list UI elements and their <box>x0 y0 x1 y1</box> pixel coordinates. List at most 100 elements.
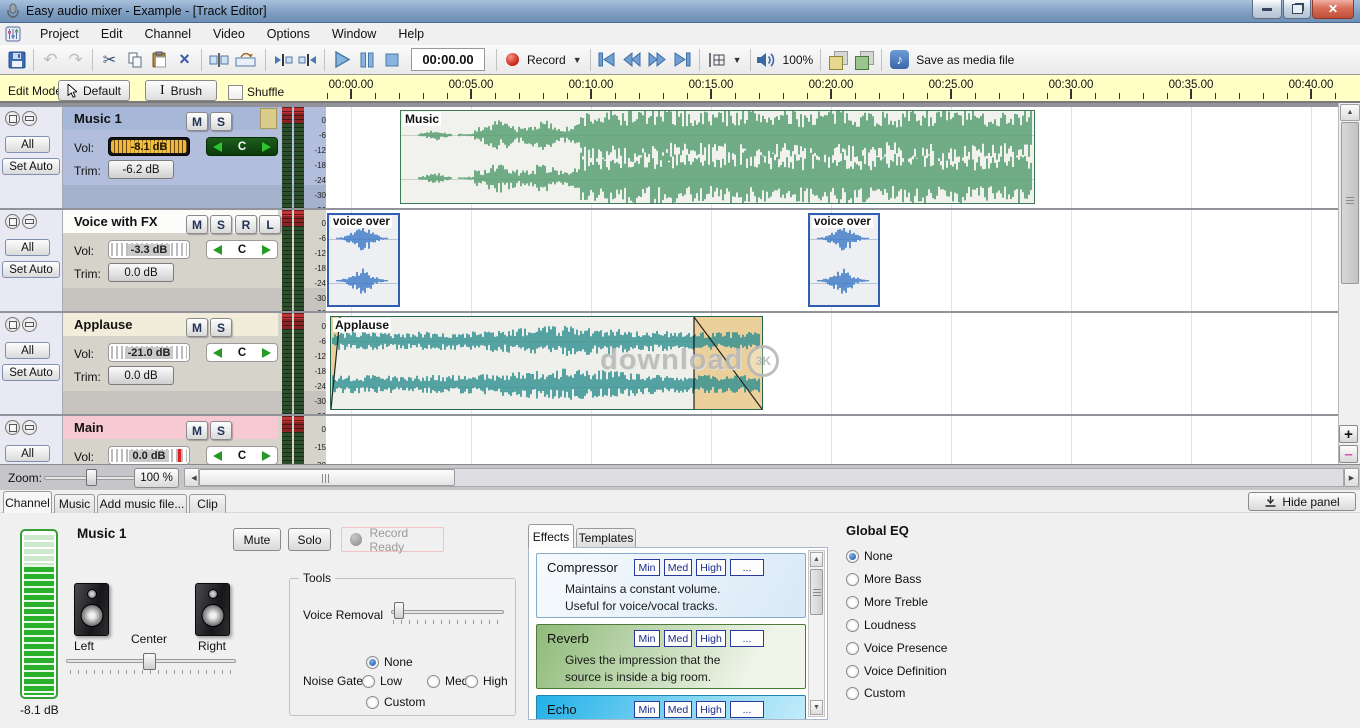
track-set-auto-button[interactable]: Set Auto <box>2 364 60 381</box>
noise-gate-none-radio[interactable]: None <box>366 655 413 669</box>
track-mute-button[interactable]: M <box>186 421 208 440</box>
effects-scroll-thumb[interactable] <box>810 569 823 615</box>
minimize-button[interactable] <box>1252 0 1282 19</box>
go-start-button[interactable] <box>595 47 620 72</box>
effects-scrollbar[interactable]: ▲ ▼ <box>808 550 825 717</box>
track-pan-control[interactable]: C <box>206 343 278 362</box>
tab-effects[interactable]: Effects <box>528 524 574 548</box>
eq-none-radio[interactable]: None <box>846 549 893 563</box>
go-end-button[interactable] <box>670 47 695 72</box>
eq-more-bass-radio[interactable]: More Bass <box>846 572 921 586</box>
voice-removal-slider-track[interactable] <box>391 610 504 614</box>
grid-snap-button[interactable] <box>704 47 729 72</box>
scroll-up-button[interactable]: ▲ <box>810 552 823 567</box>
menu-options[interactable]: Options <box>256 24 321 44</box>
vertical-scroll-thumb[interactable] <box>1341 122 1359 284</box>
effect-min-button[interactable]: Min <box>634 559 660 576</box>
track-collapse-button[interactable] <box>22 420 37 435</box>
track-listen-button[interactable]: L <box>259 215 281 234</box>
track-lane[interactable]: Music <box>326 107 1338 208</box>
eq-voice-definition-radio[interactable]: Voice Definition <box>846 664 947 678</box>
track-height-increase-button[interactable]: + <box>1339 425 1358 443</box>
noise-gate-custom-radio[interactable]: Custom <box>366 695 425 709</box>
track-expand-button[interactable] <box>5 420 20 435</box>
pan-left-icon[interactable] <box>213 142 222 152</box>
copy-button[interactable] <box>122 47 147 72</box>
scroll-up-button[interactable]: ▲ <box>1340 104 1360 121</box>
hide-panel-button[interactable]: Hide panel <box>1248 492 1356 511</box>
menu-project[interactable]: Project <box>29 24 90 44</box>
track-lane[interactable] <box>326 416 1338 464</box>
track-trim-button[interactable]: 0.0 dB <box>108 263 174 282</box>
eq-custom-radio[interactable]: Custom <box>846 686 905 700</box>
scroll-right-button[interactable]: ▶ <box>1344 468 1359 487</box>
track-set-auto-button[interactable]: Set Auto <box>2 261 60 278</box>
cut-button[interactable]: ✂ <box>97 47 122 72</box>
restore-button[interactable] <box>1283 0 1311 19</box>
track-mute-button[interactable]: M <box>186 318 208 337</box>
track-record-button[interactable]: R <box>235 215 257 234</box>
eq-more-treble-radio[interactable]: More Treble <box>846 595 928 609</box>
eq-loudness-radio[interactable]: Loudness <box>846 618 916 632</box>
menu-channel[interactable]: Channel <box>133 24 202 44</box>
pause-button[interactable] <box>354 47 379 72</box>
tab-add-music-file[interactable]: Add music file... <box>97 494 187 513</box>
solo-button[interactable]: Solo <box>288 528 331 551</box>
track-pan-control[interactable]: C <box>206 240 278 259</box>
track-all-button[interactable]: All <box>5 136 50 153</box>
scroll-down-button[interactable]: ▼ <box>810 700 823 715</box>
track-collapse-button[interactable] <box>22 317 37 332</box>
delete-button[interactable]: × <box>172 47 197 72</box>
record-dropdown-icon[interactable]: ▼ <box>573 55 582 65</box>
track-trim-button[interactable]: 0.0 dB <box>108 366 174 385</box>
trim-right-button[interactable] <box>295 47 320 72</box>
track-solo-button[interactable]: S <box>210 215 232 234</box>
clip-music[interactable]: Music <box>400 110 1035 204</box>
trim-left-button[interactable] <box>270 47 295 72</box>
menu-video[interactable]: Video <box>202 24 256 44</box>
track-collapse-button[interactable] <box>22 111 37 126</box>
track-expand-button[interactable] <box>5 317 20 332</box>
pan-right-icon[interactable] <box>262 245 271 255</box>
effect-more-button[interactable]: ... <box>730 559 764 576</box>
track-volume-slider[interactable]: 0.0 dB <box>108 446 190 464</box>
copy-channel-button[interactable] <box>828 50 848 70</box>
zoom-value-button[interactable]: 100 % <box>134 468 179 488</box>
record-ready-toggle[interactable]: Record Ready <box>341 527 444 552</box>
track-set-auto-button[interactable]: Set Auto <box>2 158 60 175</box>
effect-echo[interactable]: Echo Min Med High ... <box>536 695 806 720</box>
track-title-bar[interactable]: Applause <box>62 313 278 336</box>
noise-gate-low-radio[interactable]: Low <box>362 674 402 688</box>
pan-left-icon[interactable] <box>213 451 222 461</box>
pan-right-icon[interactable] <box>262 348 271 358</box>
track-collapse-button[interactable] <box>22 214 37 229</box>
effect-min-button[interactable]: Min <box>634 701 660 718</box>
pan-right-icon[interactable] <box>262 451 271 461</box>
balance-slider-handle[interactable] <box>143 653 156 670</box>
track-expand-button[interactable] <box>5 111 20 126</box>
forward-button[interactable] <box>645 47 670 72</box>
zoom-slider-handle[interactable] <box>86 469 97 486</box>
track-lane[interactable]: voice over voice over <box>326 210 1338 311</box>
effect-med-button[interactable]: Med <box>664 559 692 576</box>
track-title-bar[interactable]: Main <box>62 416 278 439</box>
track-volume-slider[interactable]: -3.3 dB <box>108 240 190 259</box>
brush-mode-button[interactable]: I Brush <box>145 80 217 101</box>
track-solo-button[interactable]: S <box>210 318 232 337</box>
stop-button[interactable] <box>379 47 404 72</box>
menu-edit[interactable]: Edit <box>90 24 134 44</box>
shuffle-checkbox[interactable] <box>228 85 243 100</box>
pan-left-icon[interactable] <box>213 245 222 255</box>
effect-compressor[interactable]: Compressor Min Med High ... Maintains a … <box>536 553 806 618</box>
effect-more-button[interactable]: ... <box>730 701 764 718</box>
effect-med-button[interactable]: Med <box>664 701 692 718</box>
close-button[interactable]: ✕ <box>1312 0 1354 19</box>
tab-clip[interactable]: Clip <box>189 494 226 513</box>
pan-right-icon[interactable] <box>262 142 271 152</box>
split-selection-button[interactable] <box>231 47 261 72</box>
track-solo-button[interactable]: S <box>210 112 232 131</box>
tab-music[interactable]: Music <box>54 494 95 513</box>
mute-button[interactable]: Mute <box>233 528 281 551</box>
save-media-button[interactable]: Save as media file <box>916 53 1014 67</box>
clip-voice-over-2[interactable]: voice over <box>808 213 880 307</box>
